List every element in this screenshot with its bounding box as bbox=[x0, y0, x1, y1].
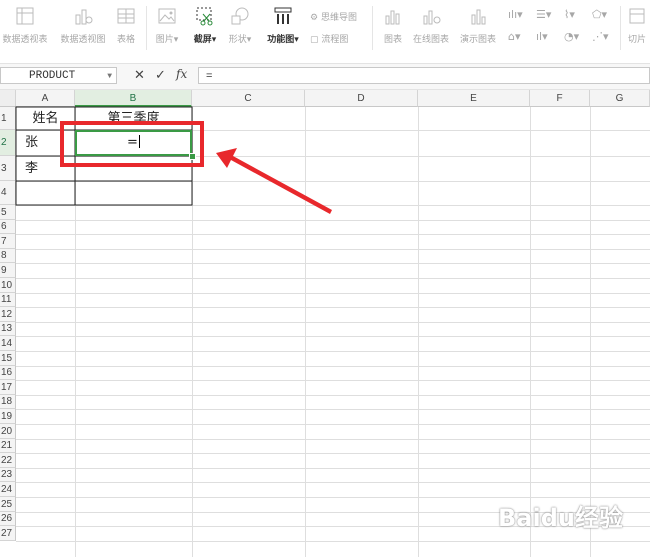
name-box[interactable]: PRODUCT ▼ bbox=[0, 67, 117, 84]
table-button[interactable]: 表格 bbox=[112, 4, 140, 54]
bar-chart-dropdown[interactable]: ☰▾ bbox=[536, 8, 551, 21]
online-chart-button[interactable]: 在线图表 bbox=[410, 4, 452, 54]
function-chart-icon bbox=[272, 4, 294, 28]
fx-icon[interactable]: fx bbox=[176, 67, 187, 81]
online-chart-icon bbox=[420, 4, 442, 28]
ribbon-toolbar: 数据透视表 数据透视图 表格 图片▾ 截屏▾ 形状▾ 功能图▾ ⚙ 思维导图 ▢… bbox=[0, 0, 650, 58]
name-box-value: PRODUCT bbox=[29, 70, 76, 82]
slicer-label: 切片 bbox=[627, 35, 646, 45]
baidu-watermark: Baidu经验 bbox=[498, 504, 623, 532]
scissors-icon bbox=[194, 4, 216, 28]
picture-button[interactable]: 图片▾ bbox=[150, 4, 184, 54]
line-chart-dropdown[interactable]: ⌇▾ bbox=[564, 8, 575, 21]
function-chart-button[interactable]: 功能图▾ bbox=[262, 4, 304, 54]
formula-value: = bbox=[206, 70, 213, 82]
spreadsheet-grid: ABCDEFG 1 2 3 4 5 6 7 8 9 10 11 12 13 14 15 16 17 18 19 20 2… bbox=[0, 90, 650, 557]
pie-chart-dropdown[interactable]: ◔▾ bbox=[564, 30, 579, 43]
pivot-chart-button[interactable]: 数据透视图 bbox=[56, 4, 110, 54]
online-chart-label: 在线图表 bbox=[412, 35, 449, 45]
column-chart-dropdown[interactable]: ılı▾ bbox=[508, 8, 523, 21]
shapes-button[interactable]: 形状▾ bbox=[224, 4, 256, 54]
pivot-chart-icon bbox=[72, 4, 94, 28]
formula-input[interactable]: = bbox=[198, 67, 650, 84]
screenshot-button[interactable]: 截屏▾ bbox=[188, 4, 222, 54]
presentation-chart-label: 演示图表 bbox=[459, 35, 496, 45]
ribbon-divider bbox=[372, 6, 373, 50]
presentation-chart-icon bbox=[467, 4, 489, 28]
stock-chart-dropdown[interactable]: ıl▾ bbox=[536, 30, 548, 43]
chart-button[interactable]: 图表 bbox=[378, 4, 408, 54]
annotation-highlight-box bbox=[60, 121, 204, 167]
shapes-label: 形状▾ bbox=[228, 35, 252, 45]
ribbon-divider bbox=[620, 6, 621, 50]
slicer-button[interactable]: 切片 bbox=[624, 4, 650, 54]
confirm-icon[interactable]: ✓ bbox=[155, 67, 166, 83]
cancel-icon[interactable]: ✕ bbox=[134, 67, 145, 83]
slicer-icon bbox=[626, 4, 648, 28]
presentation-chart-button[interactable]: 演示图表 bbox=[456, 4, 500, 54]
chevron-down-icon[interactable]: ▼ bbox=[107, 68, 112, 85]
pivot-table-label: 数据透视表 bbox=[2, 35, 48, 45]
table-icon bbox=[115, 4, 137, 28]
table-label: 表格 bbox=[116, 35, 135, 45]
scatter-chart-dropdown[interactable]: ⋰▾ bbox=[592, 30, 609, 43]
picture-icon bbox=[156, 4, 178, 28]
radar-chart-dropdown[interactable]: ⬠▾ bbox=[592, 8, 607, 21]
shapes-icon bbox=[229, 4, 251, 28]
pivot-table-icon bbox=[14, 4, 36, 28]
flowchart-button[interactable]: ▢ 流程图 bbox=[310, 32, 348, 45]
mind-map-button[interactable]: ⚙ 思维导图 bbox=[310, 10, 357, 23]
formula-bar: PRODUCT ▼ ✕ ✓ fx = bbox=[0, 63, 650, 90]
pivot-table-button[interactable]: 数据透视表 bbox=[0, 4, 50, 54]
picture-label: 图片▾ bbox=[155, 35, 179, 45]
chart-label: 图表 bbox=[383, 35, 402, 45]
pivot-chart-label: 数据透视图 bbox=[60, 35, 106, 45]
function-chart-label: 功能图▾ bbox=[267, 35, 299, 45]
bar-chart-icon bbox=[382, 4, 404, 28]
screenshot-label: 截屏▾ bbox=[193, 35, 217, 45]
ribbon-divider bbox=[146, 6, 147, 50]
area-chart-dropdown[interactable]: ⌂▾ bbox=[508, 30, 521, 43]
